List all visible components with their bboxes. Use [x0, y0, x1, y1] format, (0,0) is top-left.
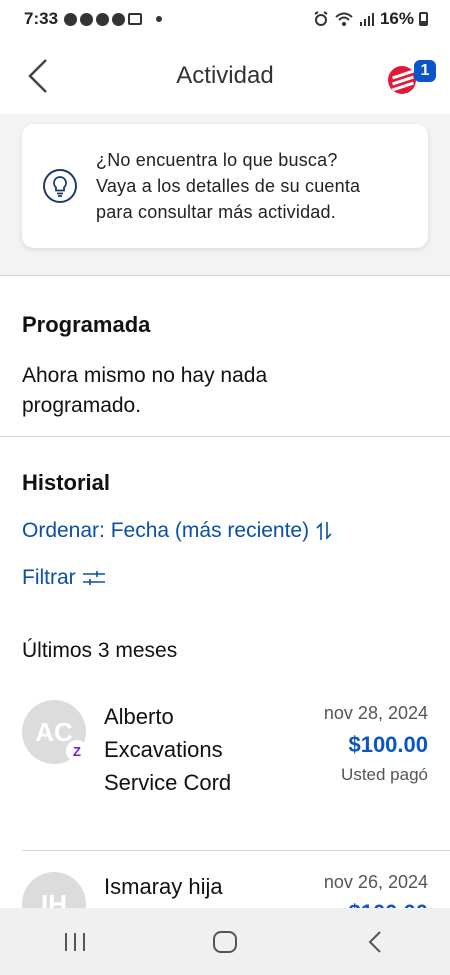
- wifi-icon: [335, 12, 353, 26]
- filter-button[interactable]: Filtrar: [22, 566, 106, 590]
- sort-label: Ordenar: Fecha (más reciente): [22, 519, 310, 542]
- battery-level: 16%: [379, 9, 414, 28]
- facebook-icon: [96, 12, 110, 26]
- status-time: 7:33: [24, 9, 59, 28]
- divider: [0, 436, 450, 437]
- transaction-name: Alberto Excavations Service Cord: [104, 700, 284, 799]
- back-icon: [368, 930, 381, 953]
- mail-icon: [128, 13, 143, 25]
- transaction-date: nov 28, 2024: [323, 703, 428, 723]
- signal-icon: [359, 13, 374, 26]
- info-line: ¿No encuentra lo que busca?: [96, 150, 338, 170]
- screen: 7:33 16% Actividad 1 ¿No encuentra lo qu…: [0, 0, 450, 975]
- transaction-amount: $100.00: [348, 900, 428, 908]
- page-title: Actividad: [176, 62, 274, 89]
- sort-arrows-icon: [316, 522, 332, 540]
- inbox-button[interactable]: 1: [386, 58, 440, 96]
- notification-icons: [64, 12, 143, 26]
- app-header: Actividad 1: [0, 38, 450, 114]
- transaction-date: nov 26, 2024: [323, 872, 428, 892]
- home-button[interactable]: [195, 917, 255, 967]
- empty-line: programado.: [22, 394, 142, 417]
- recents-icon: [65, 932, 85, 951]
- battery-icon: [419, 12, 428, 26]
- chat-icon: [64, 12, 78, 26]
- lightbulb-icon: [43, 169, 77, 203]
- sort-button[interactable]: Ordenar: Fecha (más reciente): [22, 519, 333, 543]
- bank-logo-icon: [388, 66, 416, 94]
- back-button[interactable]: [18, 56, 58, 96]
- system-nav-bar: [0, 908, 450, 975]
- period-label: Últimos 3 meses: [22, 639, 178, 662]
- home-icon: [213, 930, 237, 953]
- scheduled-heading: Programada: [22, 312, 151, 337]
- avatar: IH: [22, 872, 86, 908]
- info-line: Vaya a los detalles de su cuenta: [96, 176, 361, 196]
- history-heading: Historial: [22, 470, 111, 495]
- status-bar: 7:33 16%: [0, 0, 450, 38]
- empty-line: Ahora mismo no hay nada: [22, 364, 268, 387]
- name-line: Ismaray hija: [104, 874, 223, 899]
- messenger-icon: [80, 12, 94, 26]
- filter-sliders-icon: [82, 571, 105, 585]
- zelle-icon: Z: [66, 740, 88, 762]
- more-notifications-icon: [156, 16, 163, 22]
- name-line: Service Cord: [104, 770, 232, 795]
- transaction-amount: $100.00: [348, 732, 428, 757]
- transaction-row[interactable]: AC Z Alberto Excavations Service Cord no…: [0, 700, 450, 850]
- info-line: para consultar más actividad.: [96, 202, 336, 222]
- recents-button[interactable]: [45, 917, 105, 967]
- transaction-name: Ismaray hija: [104, 870, 284, 903]
- notification-badge: 1: [414, 60, 436, 82]
- info-card: ¿No encuentra lo que busca? Vaya a los d…: [22, 124, 428, 248]
- transaction-row[interactable]: IH Ismaray hija nov 26, 2024 $100.00: [0, 868, 450, 908]
- name-line: Excavations: [104, 737, 223, 762]
- alarm-icon: [314, 11, 328, 26]
- transaction-status: Usted pagó: [341, 765, 428, 784]
- chevron-left-icon: [28, 59, 47, 93]
- scheduled-empty-text: Ahora mismo no hay nada programado.: [22, 361, 267, 421]
- filter-label: Filtrar: [22, 566, 76, 589]
- divider: [22, 850, 450, 851]
- facebook-icon: [112, 12, 126, 26]
- nav-back-button[interactable]: [345, 917, 405, 967]
- name-line: Alberto: [104, 704, 174, 729]
- info-text: ¿No encuentra lo que busca? Vaya a los d…: [96, 147, 360, 225]
- info-band: ¿No encuentra lo que busca? Vaya a los d…: [0, 114, 450, 276]
